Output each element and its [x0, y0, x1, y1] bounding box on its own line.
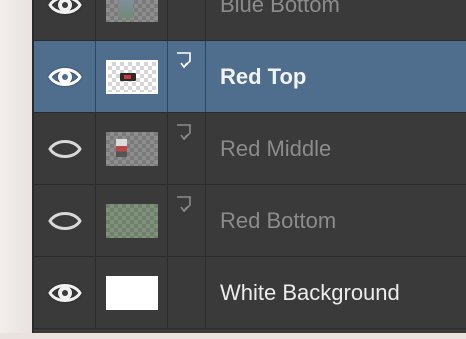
- canvas-backdrop-left: [0, 0, 32, 339]
- layer-name: Red Top: [220, 63, 307, 89]
- visibility-toggle[interactable]: [34, 41, 96, 112]
- layer-row-red-top[interactable]: Red Top: [34, 41, 466, 113]
- clipping-mask-cell[interactable]: [168, 41, 206, 112]
- eye-icon: [48, 0, 82, 14]
- layer-name: Blue Bottom: [220, 0, 340, 17]
- clipping-mask-icon: [177, 124, 191, 141]
- thumbnail-figure: [119, 0, 133, 18]
- canvas-backdrop-bottom: [0, 333, 466, 339]
- layer-name: Red Bottom: [220, 207, 337, 233]
- transparent-thumbnail-with-figure: [106, 59, 158, 94]
- white-thumbnail: [106, 275, 158, 310]
- layers-panel: Blue Bottom Red Top Red Middle Red Botto…: [32, 0, 466, 333]
- clipping-mask-cell: [168, 257, 206, 328]
- layer-thumbnail-cell: [96, 185, 168, 256]
- layer-row-blue-bottom[interactable]: Blue Bottom: [34, 0, 466, 41]
- layer-row-red-middle[interactable]: Red Middle: [34, 113, 466, 185]
- figure-thumbnail: [106, 0, 158, 22]
- visibility-toggle[interactable]: [34, 0, 96, 40]
- layer-thumbnail-cell: [96, 113, 168, 184]
- visibility-toggle[interactable]: [34, 113, 96, 184]
- clipping-mask-icon: [177, 52, 191, 69]
- clipping-mask-icon: [177, 196, 191, 213]
- thumbnail-figure: [116, 138, 127, 157]
- eye-icon: [48, 67, 82, 86]
- layer-thumbnail-cell: [96, 0, 168, 40]
- green-texture-thumbnail: [106, 203, 158, 238]
- layer-thumbnail-cell: [96, 257, 168, 328]
- layer-thumbnail-cell: [96, 41, 168, 112]
- eye-closed-icon: [48, 139, 82, 158]
- layer-row-white-background[interactable]: White Background: [34, 257, 466, 329]
- transparent-thumbnail-with-figure: [106, 131, 158, 166]
- eye-icon: [48, 283, 82, 302]
- visibility-toggle[interactable]: [34, 185, 96, 256]
- layer-name: Red Middle: [220, 135, 332, 161]
- clipping-mask-cell[interactable]: [168, 185, 206, 256]
- eye-closed-icon: [48, 211, 82, 230]
- layer-name: White Background: [220, 279, 400, 305]
- thumbnail-figure: [120, 72, 136, 81]
- layer-row-red-bottom[interactable]: Red Bottom: [34, 185, 466, 257]
- clipping-mask-cell: [168, 0, 206, 40]
- clipping-mask-cell[interactable]: [168, 113, 206, 184]
- visibility-toggle[interactable]: [34, 257, 96, 328]
